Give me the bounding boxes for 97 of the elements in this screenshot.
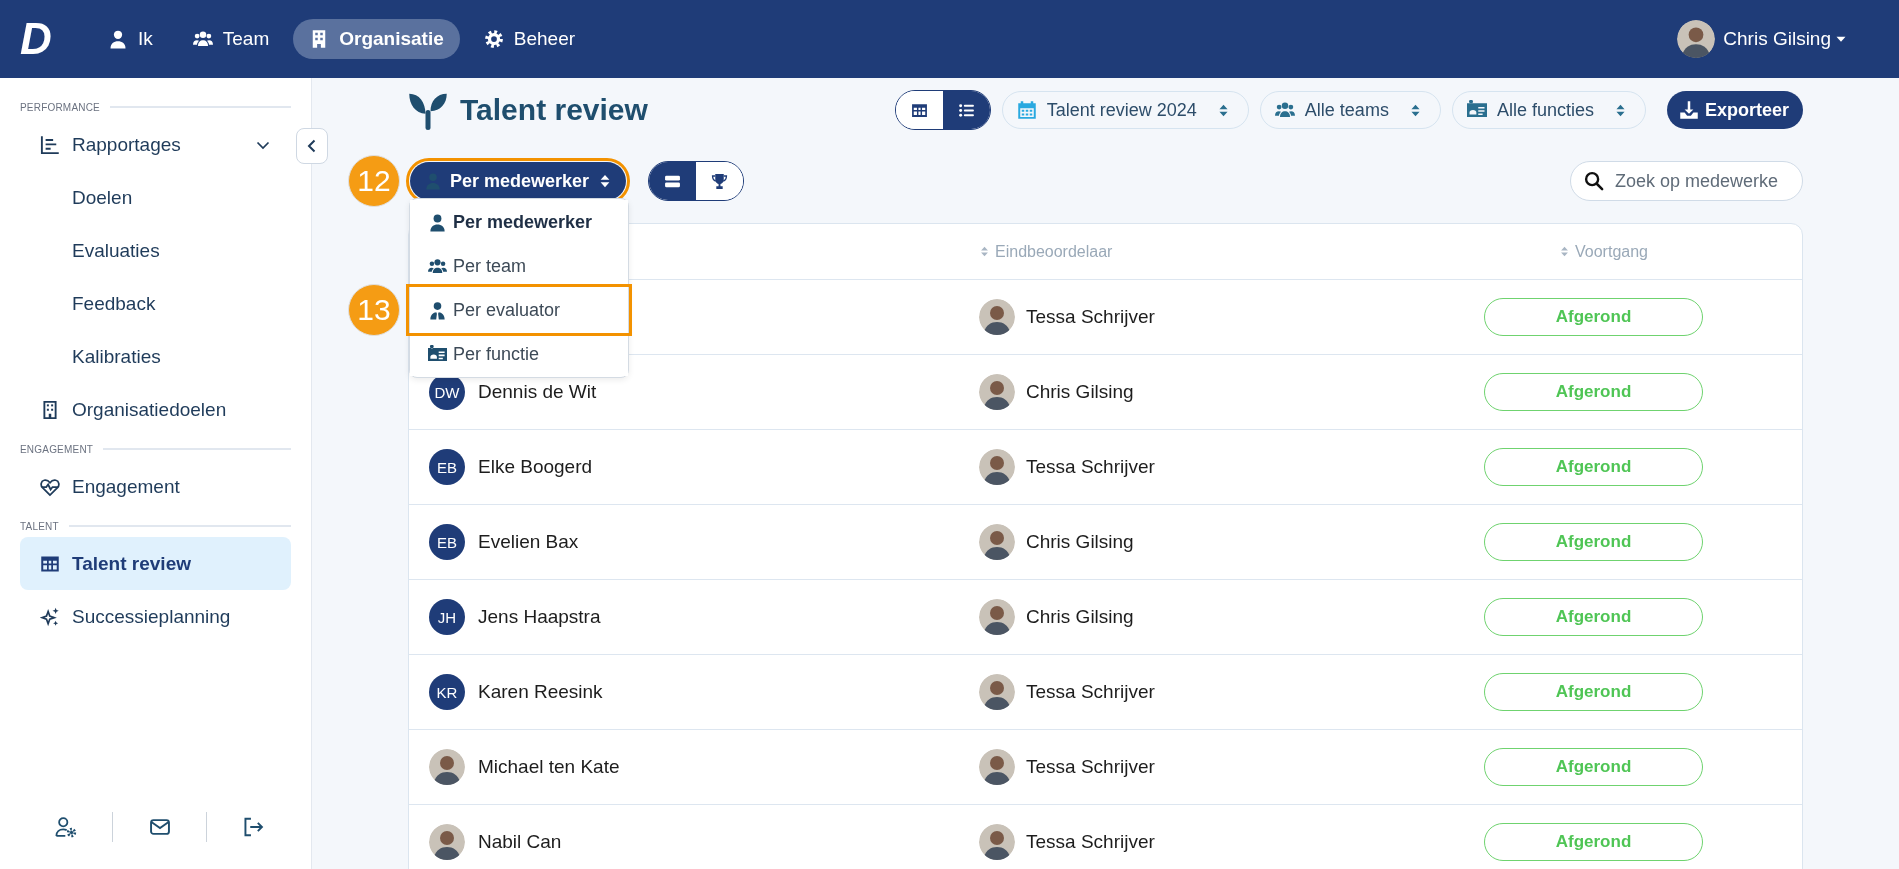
evaluator-name: Tessa Schrijver (1026, 756, 1155, 778)
heart-pulse-icon (40, 476, 60, 497)
building-icon-icon (40, 399, 60, 420)
status-badge: Afgerond (1484, 448, 1703, 486)
nav-tab[interactable]: Ik (92, 19, 169, 59)
nav-tab[interactable]: Team (176, 19, 286, 59)
employee-name: Michael ten Kate (478, 756, 620, 778)
page-title: Talent review (460, 93, 648, 127)
avatar (979, 299, 1015, 335)
collapse-button[interactable] (296, 128, 328, 164)
filter-dropdown[interactable]: Alle teams (1259, 91, 1441, 129)
list-icon (957, 101, 975, 119)
sidebar-item[interactable]: Kalibraties (20, 330, 291, 383)
avatar: EB (429, 449, 465, 485)
user-menu[interactable]: Chris Gilsing (1677, 20, 1847, 58)
avatar (979, 674, 1015, 710)
sidebar-item[interactable]: Engagement (20, 460, 291, 513)
evaluator-name: Chris Gilsing (1026, 606, 1134, 628)
employee-name: Dennis de Wit (478, 381, 597, 403)
search-field[interactable]: Zoek op medewerke (1570, 161, 1803, 201)
filter-dropdown[interactable]: Alle functies (1451, 91, 1646, 129)
status-badge: Afgerond (1484, 373, 1703, 411)
status-badge: Afgerond (1484, 298, 1703, 336)
avatar (979, 749, 1015, 785)
team-icon (428, 256, 447, 276)
search-icon (1584, 171, 1604, 191)
settings-icon (483, 29, 504, 49)
status-badge: Afgerond (1484, 748, 1703, 786)
employee-name: Evelien Bax (478, 531, 579, 553)
download-icon (1678, 100, 1699, 120)
menu-item[interactable]: Per team (410, 244, 628, 288)
employee-name: Karen Reesink (478, 681, 603, 703)
person-with-tie-icon (428, 300, 447, 320)
employee-name: Jens Haapstra (478, 606, 601, 628)
mode-button[interactable] (649, 162, 696, 200)
sidebar-item[interactable]: Feedback (20, 277, 291, 330)
export-button[interactable]: Exporteer (1666, 91, 1803, 129)
step-badge: 13 (348, 284, 400, 336)
view-button[interactable] (942, 91, 990, 129)
table-icon (910, 101, 928, 119)
avatar (429, 749, 465, 785)
status-badge: Afgerond (1484, 673, 1703, 711)
chart-icon (40, 134, 60, 155)
status-badge: Afgerond (1484, 598, 1703, 636)
employee-name: Elke Boogerd (478, 456, 593, 478)
id-card-icon (428, 344, 447, 364)
nav-tab[interactable]: Organisatie (293, 19, 460, 59)
id-card-icon (1466, 100, 1487, 120)
sort-icon (598, 173, 612, 189)
view-button[interactable] (895, 91, 943, 129)
evaluator-name: Tessa Schrijver (1026, 681, 1155, 703)
avatar (1677, 20, 1716, 58)
team-icon (1274, 100, 1295, 120)
section-heading: ENGAGEMENT (20, 443, 94, 455)
sparkles-icon (40, 606, 60, 627)
evaluator-name: Chris Gilsing (1026, 381, 1134, 403)
avatar (429, 824, 465, 860)
sort-icon (1559, 245, 1570, 258)
avatar (979, 524, 1015, 560)
person-icon (108, 29, 128, 49)
sidebar-item[interactable]: Talent review (20, 537, 291, 590)
avatar (979, 374, 1015, 410)
evaluator-name: Chris Gilsing (1026, 531, 1134, 553)
trophy-icon (711, 172, 728, 190)
avatar (979, 824, 1015, 860)
step-badge: 12 (348, 155, 400, 207)
avatar (979, 599, 1015, 635)
sidebar-item[interactable]: Rapportages (20, 118, 291, 171)
evaluator-name: Tessa Schrijver (1026, 831, 1155, 853)
mail-icon[interactable] (148, 816, 171, 838)
section-heading: PERFORMANCE (20, 101, 100, 113)
evaluator-name: Tessa Schrijver (1026, 306, 1155, 328)
logout-icon[interactable] (242, 816, 264, 838)
sort-icon (979, 245, 990, 258)
filter-dropdown[interactable]: Talent review 2024 (1001, 91, 1249, 129)
menu-item[interactable]: Per medewerker (410, 200, 628, 244)
sidebar-item[interactable]: Doelen (20, 171, 291, 224)
avatar: EB (429, 524, 465, 560)
avatar (979, 449, 1015, 485)
status-badge: Afgerond (1484, 523, 1703, 561)
evaluator-name: Tessa Schrijver (1026, 456, 1155, 478)
team-icon (192, 29, 213, 49)
nav-tab[interactable]: Beheer (467, 19, 592, 59)
avatar: KR (429, 674, 465, 710)
avatar: JH (429, 599, 465, 635)
employee-name: Nabil Can (478, 831, 562, 853)
sidebar-item[interactable]: Successieplanning (20, 590, 291, 643)
status-badge: Afgerond (1484, 823, 1703, 861)
user-settings-icon[interactable] (55, 816, 77, 838)
sidebar-item[interactable]: Evaluaties (20, 224, 291, 277)
logo[interactable]: D (20, 17, 60, 61)
sidebar-item[interactable]: Organisatiedoelen (20, 383, 291, 436)
section-heading: TALENT (20, 520, 59, 532)
calendar-icon (1016, 100, 1037, 120)
menu-item[interactable]: Per functie (410, 332, 628, 376)
person-icon (428, 212, 447, 232)
mode-button[interactable] (696, 162, 743, 200)
